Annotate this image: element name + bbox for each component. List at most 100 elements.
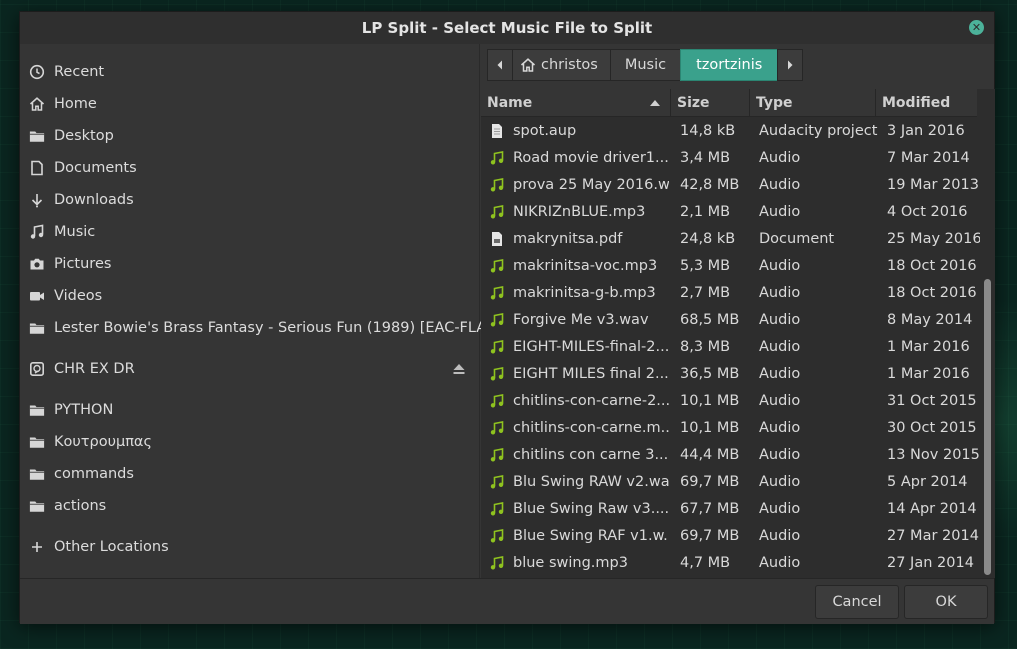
file-row[interactable]: Forgive Me v3.wav 68,5 MB Audio 8 May 2014 <box>481 306 977 333</box>
column-header-modified[interactable]: Modified <box>876 89 977 117</box>
clock-icon <box>29 64 45 80</box>
file-modified: 30 Oct 2015 <box>887 419 977 436</box>
file-row[interactable]: makrynitsa.pdf 24,8 kB Document 25 May 2016 <box>481 225 982 252</box>
chevron-right-icon <box>788 60 793 70</box>
file-row[interactable]: chitlins-con-carne.m... 10,1 MB Audio 30 Oc… <box>481 414 977 441</box>
sidebar-item-downloads[interactable]: Downloads <box>20 184 480 216</box>
file-size: 10,1 MB <box>680 419 740 436</box>
file-row[interactable]: NIKRIZnBLUE.mp3 2,1 MB Audio 4 Oct 2016 <box>481 198 977 225</box>
sidebar-item-desktop[interactable]: Desktop <box>20 120 480 152</box>
file-name-cell: blue swing.mp3 <box>489 555 669 571</box>
file-type: Audio <box>759 338 801 355</box>
sidebar-item-label: Home <box>54 96 97 112</box>
file-size: 24,8 kB <box>680 230 736 247</box>
sidebar-item-videos[interactable]: Videos <box>20 280 480 312</box>
eject-icon[interactable] <box>452 362 466 376</box>
file-modified: 19 Mar 2013 <box>887 176 979 193</box>
scrollbar-thumb[interactable] <box>984 279 991 575</box>
column-header-row: Name Size Type Modified <box>481 89 977 117</box>
drive-icon <box>29 361 45 377</box>
audio-file-icon <box>489 366 505 382</box>
path-bar: christos Music tzortzinis <box>487 49 804 81</box>
audio-file-icon <box>489 393 505 409</box>
file-row[interactable]: Blue Swing Raw v3.... 67,7 MB Audio 14 Apr … <box>481 495 977 522</box>
file-row[interactable]: Blue Swing RAF v1.w... 69,7 MB Audio 27 Mar… <box>481 522 979 549</box>
file-type: Audio <box>759 446 801 463</box>
music-note-icon <box>29 224 45 240</box>
path-segment-music[interactable]: Music <box>609 49 682 81</box>
sidebar-item-pictures[interactable]: Pictures <box>20 248 480 280</box>
sort-ascending-icon <box>650 100 660 106</box>
path-scroll-left-button[interactable] <box>487 49 513 81</box>
file-row[interactable]: prova 25 May 2016.w... 42,8 MB Audio 19 Mar… <box>481 171 979 198</box>
file-type: Audio <box>759 500 801 517</box>
file-name-cell: EIGHT-MILES-final-2.... <box>489 339 669 355</box>
sidebar-item-bookmark-koutroumpas[interactable]: Κουτρουμπας <box>20 426 480 458</box>
file-row[interactable]: EIGHT-MILES-final-2.... 8,3 MB Audio 1 Mar … <box>481 333 977 360</box>
sidebar-item-recent[interactable]: Recent <box>20 56 480 88</box>
sidebar-item-label: Videos <box>54 288 103 304</box>
file-name-cell: makrynitsa.pdf <box>489 231 669 247</box>
sidebar-item-label: Κουτρουμπας <box>54 434 152 450</box>
file-row[interactable]: blue swing.mp3 4,7 MB Audio 27 Jan 2014 <box>481 549 977 576</box>
file-type: Audio <box>759 257 801 274</box>
path-segment-label: Music <box>624 57 667 73</box>
file-name-cell: EIGHT MILES final 2.... <box>489 366 669 382</box>
file-name: prova 25 May 2016.w... <box>513 176 669 193</box>
column-header-label: Name <box>487 95 533 111</box>
file-name: EIGHT-MILES-final-2.... <box>513 338 669 355</box>
path-scroll-right-button[interactable] <box>777 49 804 81</box>
close-button[interactable]: ✕ <box>969 20 984 35</box>
sidebar-item-label: Pictures <box>54 256 112 272</box>
audio-file-icon <box>489 204 505 220</box>
file-name: chitlins-con-carne-2.... <box>513 392 669 409</box>
file-row[interactable]: spot.aup 14,8 kB Audacity project 3 Jan 201… <box>481 117 977 144</box>
file-type: Audio <box>759 149 801 166</box>
file-type: Audio <box>759 365 801 382</box>
sidebar-item-bookmark-python[interactable]: PYTHON <box>20 394 480 426</box>
file-row[interactable]: EIGHT MILES final 2.... 36,5 MB Audio 1 Mar… <box>481 360 977 387</box>
sidebar-item-drive-chr-ex-dr[interactable]: CHR EX DR <box>20 353 480 385</box>
file-row[interactable]: makrinitsa-voc.mp3 5,3 MB Audio 18 Oct 2016 <box>481 252 977 279</box>
file-type: Audio <box>759 554 801 571</box>
file-row[interactable]: Road movie driver1.... 3,4 MB Audio 7 Mar 2… <box>481 144 977 171</box>
file-name-cell: Blue Swing Raw v3.... <box>489 501 669 517</box>
file-list[interactable]: Name Size Type Modified spot.aup 14,8 kB A… <box>481 89 995 578</box>
column-header-name[interactable]: Name <box>481 89 671 117</box>
path-segment-current[interactable]: tzortzinis <box>680 49 779 81</box>
sidebar-item-documents[interactable]: Documents <box>20 152 480 184</box>
file-type: Document <box>759 230 835 247</box>
file-row[interactable]: chitlins-con-carne-2.... 10,1 MB Audio 31 O… <box>481 387 977 414</box>
sidebar-item-bookmark-commands[interactable]: commands <box>20 458 480 490</box>
audio-file-icon <box>489 177 505 193</box>
column-header-size[interactable]: Size <box>671 89 750 117</box>
path-segment-home[interactable]: christos <box>512 49 611 81</box>
audio-file-icon <box>489 474 505 490</box>
file-row[interactable]: makrinitsa-g-b.mp3 2,7 MB Audio 18 Oct 2016 <box>481 279 977 306</box>
sidebar-item-music[interactable]: Music <box>20 216 480 248</box>
file-modified: 13 Nov 2015 <box>887 446 980 463</box>
file-name: makrinitsa-voc.mp3 <box>513 257 658 274</box>
file-size: 69,7 MB <box>680 473 740 490</box>
file-modified: 3 Jan 2016 <box>887 122 965 139</box>
pdf-file-icon <box>489 231 505 247</box>
vertical-scrollbar[interactable] <box>980 89 995 578</box>
file-name: NIKRIZnBLUE.mp3 <box>513 203 646 220</box>
ok-button[interactable]: OK <box>904 585 988 619</box>
column-header-type[interactable]: Type <box>750 89 876 117</box>
file-row[interactable]: chitlins con carne 3.... 44,4 MB Audio 13 N… <box>481 441 980 468</box>
file-name-cell: Blu Swing RAW v2.wav <box>489 474 669 490</box>
sidebar-item-bookmark-actions[interactable]: actions <box>20 490 480 522</box>
file-modified: 4 Oct 2016 <box>887 203 968 220</box>
sidebar-item-other-locations[interactable]: Other Locations <box>20 531 480 563</box>
file-modified: 31 Oct 2015 <box>887 392 977 409</box>
document-icon <box>29 160 45 176</box>
file-name: blue swing.mp3 <box>513 554 628 571</box>
file-row[interactable]: Blu Swing RAW v2.wav 69,7 MB Audio 5 Apr 20… <box>481 468 977 495</box>
close-icon[interactable]: ✕ <box>972 22 981 33</box>
file-chooser-dialog: LP Split - Select Music File to Split ✕ … <box>19 11 995 624</box>
sidebar-item-bookmark-lester-bowie[interactable]: Lester Bowie's Brass Fantasy - Serious F… <box>20 312 502 344</box>
file-modified: 1 Mar 2016 <box>887 338 970 355</box>
cancel-button[interactable]: Cancel <box>815 585 899 619</box>
sidebar-item-home[interactable]: Home <box>20 88 480 120</box>
